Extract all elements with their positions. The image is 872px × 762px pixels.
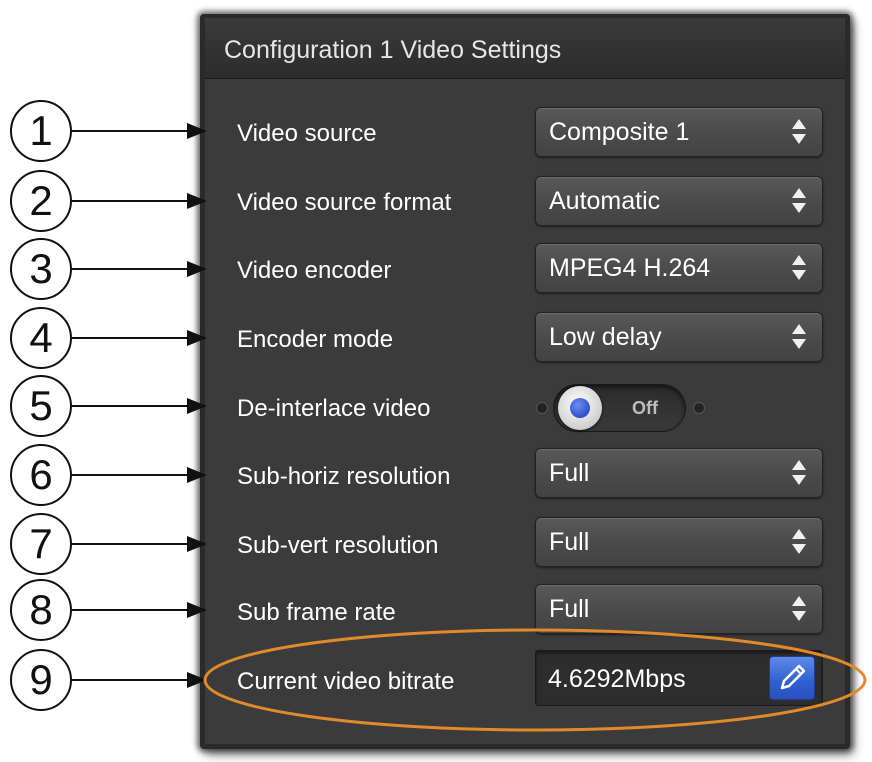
callout-2: 2 [10,170,72,232]
callout-3: 3 [10,238,72,300]
callout-1: 1 [10,100,72,162]
callout-5: 5 [10,375,72,437]
callout-4: 4 [10,307,72,369]
annotation-overlay [72,123,867,732]
bitrate-highlight-ellipse [203,628,867,732]
callout-8: 8 [10,579,72,641]
callout-6: 6 [10,444,72,506]
callout-7: 7 [10,513,72,575]
callout-9: 9 [10,649,72,711]
